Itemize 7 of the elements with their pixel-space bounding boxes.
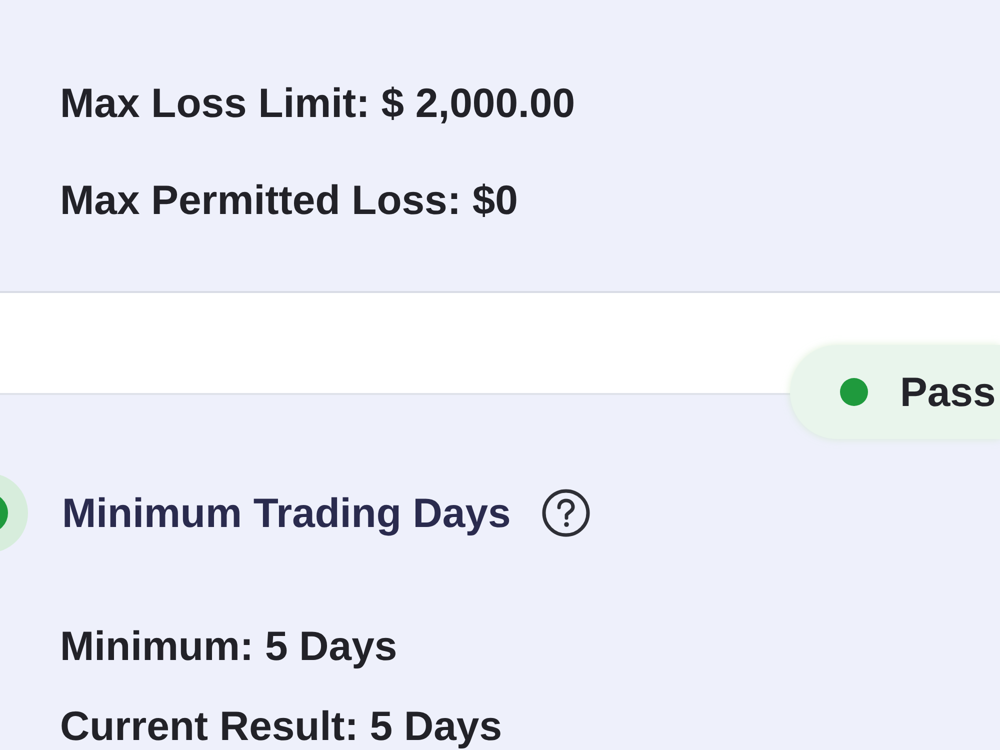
info-text: Minimum: 5 Days (60, 624, 398, 668)
info-text: Max Permitted Loss: $0 (60, 176, 518, 225)
info-text: Max Loss Limit: $ 2,000.00 (60, 79, 576, 128)
status-label: Pass (900, 368, 996, 417)
info-text: Current Result: 5 Days (60, 704, 502, 748)
section-title: Minimum Trading Days (62, 489, 511, 538)
help-icon[interactable] (540, 488, 591, 538)
